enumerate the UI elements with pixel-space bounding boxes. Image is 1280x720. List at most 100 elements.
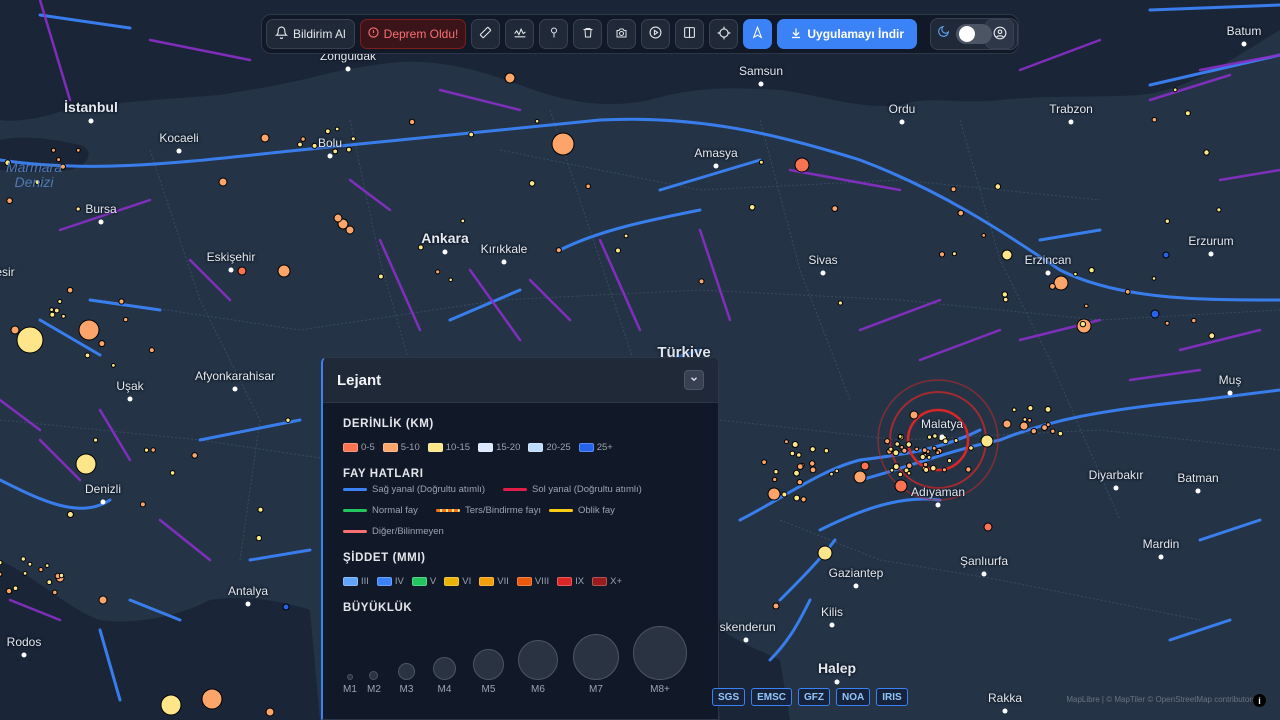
city-label-16: Sivas — [808, 253, 838, 267]
collapse-button[interactable] — [684, 370, 704, 390]
quake-dot — [1022, 417, 1028, 422]
quake-dot — [837, 300, 844, 306]
report-quake-button[interactable]: Deprem Oldu! — [359, 19, 467, 49]
legend-item-label: V — [429, 576, 437, 587]
magnitude-label: M6 — [531, 684, 545, 695]
quake-dot — [905, 441, 912, 448]
navigation-button[interactable] — [743, 19, 773, 49]
quake-dot — [892, 449, 900, 457]
download-app-button[interactable]: Uygulamayı İndir — [777, 19, 918, 49]
quake-dot — [761, 459, 767, 466]
legend-item-label: VIII — [534, 576, 550, 587]
quake-dot — [297, 141, 303, 148]
city-label-34: Halep — [817, 660, 857, 676]
legend-item-label: Diğer/Bilinmeyen — [372, 526, 444, 537]
notify-button[interactable]: Bildirim Al — [266, 19, 355, 49]
legend-item-label: 5-10 — [400, 442, 420, 453]
quake-dot — [919, 453, 926, 461]
quake-dot — [941, 467, 948, 473]
bell-icon — [274, 26, 289, 42]
quake-dot — [1203, 149, 1210, 156]
quake-dot — [951, 251, 957, 257]
magnitude-item: M3 — [398, 663, 415, 695]
legend-item: VIII — [516, 576, 550, 587]
quake-dot — [350, 136, 356, 142]
city-label-33: İskenderun — [716, 620, 776, 634]
camera-button[interactable] — [607, 19, 637, 49]
city-label-15: Eskişehir — [206, 250, 256, 264]
city-dot — [88, 118, 94, 124]
legend-swatch — [435, 509, 460, 512]
quake-dot — [772, 476, 778, 483]
city-label-32: Rodos — [6, 635, 42, 649]
quake-dot — [894, 441, 901, 447]
city-label-3: Batum — [1226, 24, 1262, 38]
crosshair-icon — [717, 26, 731, 43]
ruler-button[interactable] — [471, 19, 501, 49]
quake-dot — [796, 452, 802, 458]
quake-dot — [150, 447, 156, 453]
source-chip-emsc[interactable]: EMSC — [751, 688, 793, 706]
source-chip-sgs[interactable]: SGS — [712, 688, 746, 706]
quake-dot — [143, 447, 150, 453]
intensity-legend-row: III IV V VI VII VIII IX X+ — [343, 576, 630, 587]
quake-dot — [965, 466, 972, 473]
camera-icon — [615, 27, 628, 42]
quake-dot — [1073, 271, 1078, 277]
quake-dot — [435, 269, 441, 275]
theme-toggle[interactable] — [956, 24, 993, 44]
city-label-35: Rakka — [987, 691, 1023, 705]
legend-swatch — [427, 443, 443, 452]
play-button[interactable] — [641, 19, 671, 49]
crosshair-button[interactable] — [709, 19, 739, 49]
quake-dot — [75, 206, 81, 212]
legend-item: V — [411, 576, 437, 587]
quake-dot — [914, 446, 920, 452]
quake-dot — [789, 450, 796, 457]
quake-dot — [61, 313, 66, 319]
legend-item: Oblik fay — [548, 505, 615, 516]
city-dot — [327, 153, 333, 159]
quake-dot — [1030, 428, 1038, 435]
city-dot — [713, 163, 719, 169]
alert-circle-icon — [368, 27, 379, 41]
quake-dot — [906, 462, 913, 470]
city-dot — [345, 66, 351, 72]
legend-swatch — [578, 443, 594, 452]
play-icon — [649, 26, 662, 42]
quake-dot — [58, 572, 65, 579]
quake-dot — [66, 286, 74, 294]
legend-item-label: 10-15 — [445, 442, 471, 453]
legend-item-label: VI — [462, 576, 472, 587]
depth-section-title: DERİNLİK (KM) — [343, 418, 434, 430]
quake-dot — [346, 146, 352, 153]
source-chip-noa[interactable]: NOA — [836, 688, 871, 706]
trash-button[interactable] — [573, 19, 603, 49]
quake-dot — [22, 571, 28, 576]
quake-dot — [1084, 303, 1089, 309]
magnitude-circle — [633, 626, 687, 680]
legend-swatch — [376, 577, 392, 586]
magnitude-circle — [473, 649, 504, 680]
quake-dot — [923, 466, 930, 473]
quake-dot — [1011, 407, 1017, 413]
quake-dot — [38, 567, 44, 573]
quake-dot — [1041, 424, 1048, 432]
info-icon[interactable]: i — [1253, 694, 1266, 707]
waveform-button[interactable] — [505, 19, 535, 49]
magnitude-circle — [346, 674, 353, 680]
source-chip-gfz[interactable]: GFZ — [798, 688, 831, 706]
city-label-11: Bursa — [85, 202, 117, 216]
pin-button[interactable] — [539, 19, 569, 49]
legend-header[interactable]: Lejant — [323, 358, 718, 403]
legend-item: Normal fay — [343, 505, 418, 516]
source-chip-iris[interactable]: IRIS — [876, 688, 908, 706]
quake-dot — [98, 340, 106, 348]
city-dot — [98, 219, 104, 225]
quake-dot — [935, 450, 941, 456]
quake-dot — [44, 563, 50, 568]
city-dot — [829, 622, 835, 628]
legend-item-label: 0-5 — [361, 442, 375, 453]
quake-dot — [829, 471, 834, 477]
split-view-button[interactable] — [675, 19, 705, 49]
